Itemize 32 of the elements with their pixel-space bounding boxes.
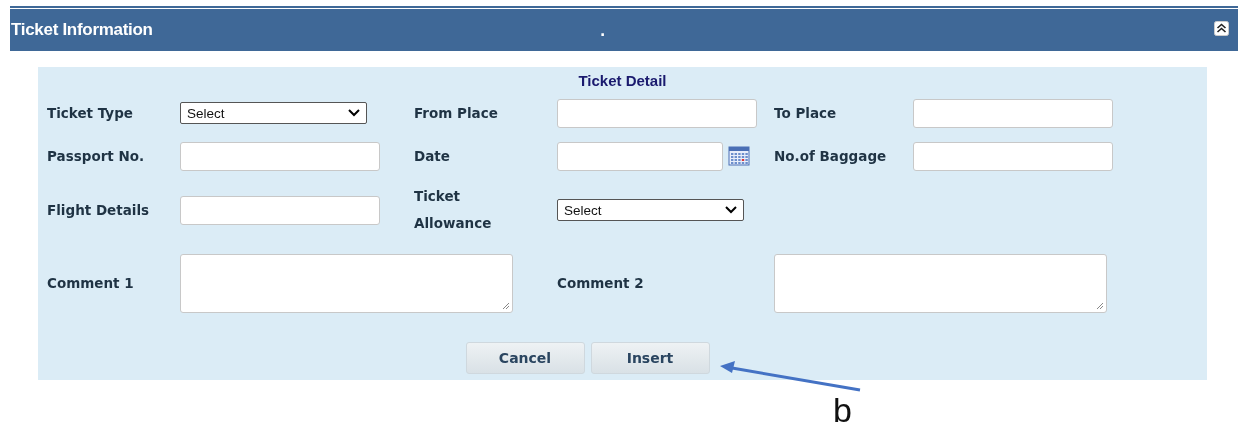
field-label: Flight Details (47, 200, 151, 220)
field-label: Date (414, 146, 451, 166)
resize-grip-icon[interactable] (502, 302, 510, 310)
text-field[interactable] (913, 98, 1113, 128)
comment-textarea[interactable] (774, 254, 1107, 313)
annotation-label: b (833, 393, 852, 427)
date-field[interactable] (557, 141, 723, 171)
field-label: From Place (414, 103, 499, 123)
action-button[interactable]: Insert (590, 342, 710, 374)
section-title: Ticket Information (10, 20, 153, 40)
field-label: To Place (774, 103, 838, 123)
header-dot: . (600, 23, 606, 39)
field-label: Comment 2 (557, 274, 645, 293)
text-field[interactable] (180, 195, 380, 225)
chevron-down-icon (725, 206, 737, 214)
text-field[interactable] (180, 141, 380, 171)
text-field[interactable] (557, 98, 757, 128)
panel-title: Ticket Detail (577, 71, 668, 91)
select-dropdown[interactable]: Select (180, 102, 367, 124)
action-button[interactable]: Cancel (465, 342, 585, 374)
field-label: Comment 1 (47, 274, 135, 293)
comment-textarea[interactable] (180, 254, 513, 313)
select-dropdown[interactable]: Select (557, 199, 744, 221)
field-label: No.of Baggage (774, 146, 888, 166)
resize-grip-icon[interactable] (1096, 302, 1104, 310)
collapse-icon[interactable] (1214, 21, 1229, 36)
field-label: Ticket Type (47, 103, 134, 123)
calendar-icon[interactable] (728, 146, 750, 166)
field-label: Passport No. (47, 146, 146, 166)
field-label: Ticket Allowance (414, 187, 493, 233)
text-field[interactable] (913, 141, 1113, 171)
chevron-down-icon (348, 109, 360, 117)
